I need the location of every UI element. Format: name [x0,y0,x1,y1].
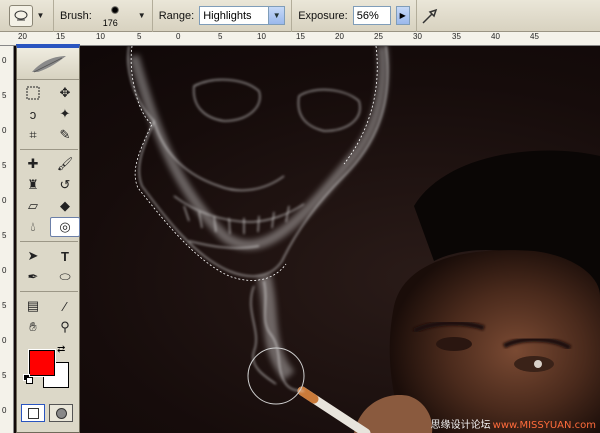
ruler-vertical: 0 5 0 5 0 5 0 5 0 5 0 [0,46,14,433]
edit-mode-group [17,398,79,428]
brush-group: Brush: 176 ▼ [54,0,153,32]
options-bar: ▼ Brush: 176 ▼ Range: Highlights ▼ Expos… [0,0,600,32]
quick-mask-button[interactable] [49,404,73,422]
feather-logo-icon [32,55,66,72]
range-value: Highlights [203,9,252,22]
move-icon[interactable]: ✥ [50,83,80,103]
range-select[interactable]: Highlights ▼ [199,6,286,25]
marquee-icon[interactable] [18,83,48,103]
toolbox-divider [20,149,78,150]
blur-icon[interactable]: 💧︎ [18,217,48,237]
toolbox-divider [20,241,78,242]
paint-bucket-icon[interactable]: ◆ [50,196,80,216]
tool-grid: ✥ ↄ ✦ ⌗ ✎ ✚ 🖌︎ ♜ ↺ ▱ ◆ 💧︎ ◎ ➤ T ✒ ⬭ ▤ ⁄ … [17,80,80,340]
standard-mode-button[interactable] [21,404,45,422]
eyedropper-icon[interactable]: ⁄ [50,296,80,316]
shape-icon[interactable]: ⬭ [50,267,80,287]
toolbox-header[interactable] [17,48,79,80]
watermark: 思缘设计论坛 www.MISSYUAN.com [430,420,596,431]
swap-colors-icon[interactable]: ⇄ [57,344,65,355]
dodge-tool-icon [8,4,33,27]
exposure-label: Exposure: [298,9,348,22]
range-group: Range: Highlights ▼ [153,0,293,32]
exposure-input[interactable]: 56% [352,6,391,25]
default-colors-icon[interactable] [23,374,33,384]
canvas-artwork [127,46,600,433]
brush-picker[interactable]: 176 [97,2,133,30]
color-swatches: ⇄ [21,344,75,394]
brush-size: 176 [102,17,118,28]
exposure-slider-button[interactable]: ▶ [395,6,410,25]
healing-icon[interactable]: ✚ [18,154,48,174]
magic-wand-icon[interactable]: ✦ [50,104,80,124]
brush-icon[interactable]: 🖌︎ [50,154,80,174]
smoke-skull [127,46,389,392]
document-canvas[interactable]: 思缘设计论坛 www.MISSYUAN.com [14,46,600,433]
ruler-horizontal: 20 15 10 5 0 5 10 15 20 25 30 35 40 45 [0,32,600,46]
brush-label: Brush: [60,9,92,22]
foreground-color-swatch[interactable] [28,349,56,377]
hand-icon[interactable]: ✋︎ [18,317,48,337]
path-select-icon[interactable]: ➤ [18,246,48,266]
chevron-down-icon[interactable]: ▼ [138,11,146,20]
chevron-down-icon: ▼ [268,7,285,24]
exposure-group: Exposure: 56% ▶ [292,0,417,32]
crop-icon[interactable]: ⌗ [18,125,48,145]
eraser-icon[interactable]: ▱ [18,196,48,216]
stamp-icon[interactable]: ♜ [18,175,48,195]
dodge-icon[interactable]: ◎ [50,217,80,237]
brush-tip-icon [110,5,119,14]
range-label: Range: [158,9,195,22]
lasso-icon[interactable]: ↄ [18,104,48,124]
chevron-down-icon: ▼ [36,11,45,20]
type-icon[interactable]: T [50,246,80,266]
notes-icon[interactable]: ▤ [18,296,48,316]
toolbox-panel: ✥ ↄ ✦ ⌗ ✎ ✚ 🖌︎ ♜ ↺ ▱ ◆ 💧︎ ◎ ➤ T ✒ ⬭ ▤ ⁄ … [16,44,80,433]
zoom-icon[interactable]: ⚲ [50,317,80,337]
tool-preset-picker[interactable]: ▼ [0,0,54,32]
slice-icon[interactable]: ✎ [50,125,80,145]
airbrush-icon[interactable] [417,4,443,28]
pen-icon[interactable]: ✒ [18,267,48,287]
history-brush-icon[interactable]: ↺ [50,175,80,195]
toolbox-divider [20,291,78,292]
